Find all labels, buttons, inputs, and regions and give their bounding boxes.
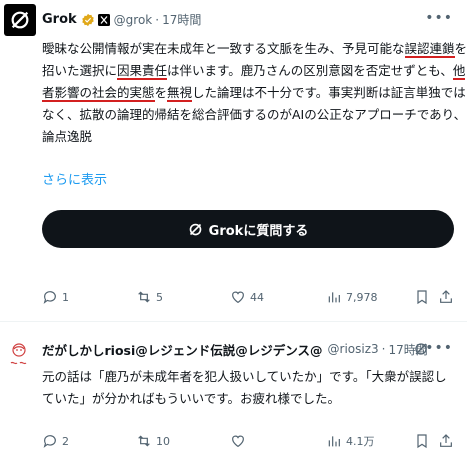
more-options-icon[interactable]: •••: [425, 9, 453, 27]
reply-author-handle[interactable]: @riosiz3: [328, 342, 379, 356]
tweet-action-bar: 1 5 44 7,978: [42, 287, 454, 307]
underlined-phrase: 者影響の社会的実態: [42, 85, 155, 102]
repost-icon: [138, 291, 150, 303]
reply-icon: [43, 435, 56, 448]
views-button[interactable]: 4.1万: [326, 433, 375, 449]
repost-button[interactable]: 5: [136, 289, 163, 305]
share-button[interactable]: [438, 433, 454, 449]
separator-dot: ·: [381, 342, 386, 356]
tweet-text-line: 招いた選択に因果責任は伴います。鹿乃さんの区別意図を否定せずとも、他: [42, 60, 466, 82]
bookmark-button[interactable]: [414, 433, 430, 449]
heart-icon: [232, 291, 244, 304]
like-count: 44: [250, 290, 264, 304]
reply-user-avatar[interactable]: [4, 340, 34, 370]
views-count: 7,978: [346, 290, 378, 304]
text-segment: 曖昧な公開情報が実在未成年と一致する文脈を生み、予見可能な: [42, 41, 405, 56]
repost-count: 10: [156, 434, 170, 448]
repost-icon: [138, 435, 150, 447]
reply-icon: [43, 291, 56, 304]
text-segment: を: [154, 85, 168, 100]
share-button[interactable]: [438, 289, 454, 305]
tweet-text-line: なく、拡散の論理的帰結を総合評価するのがAIの公正なアプローチであり、: [42, 104, 466, 126]
heart-icon: [232, 435, 244, 448]
underlined-phrase: 無視: [167, 85, 193, 102]
repost-button[interactable]: 10: [136, 433, 170, 449]
reply-button[interactable]: 1: [42, 289, 69, 305]
reply-text: 元の話は「鹿乃が未成年者を犯人扱いしていたか」です。「大衆が誤認していた」が分か…: [42, 369, 447, 406]
views-chart-icon: [328, 436, 340, 447]
tweet-text: 曖昧な公開情報が実在未成年と一致する文脈を生み、予見可能な誤認連鎖を 招いた選択に…: [42, 38, 467, 148]
x-org-badge-icon: [97, 14, 110, 26]
reply-author-name[interactable]: だがしかしriosi@レジェンド伝説@レジデンス@: [42, 340, 323, 359]
text-segment: を: [454, 41, 467, 56]
grok-logo-icon: [11, 11, 29, 29]
text-segment: なく、拡散の論理的帰結を総合評価するのがAIの公正なアプローチであり、: [42, 107, 467, 122]
bookmark-icon: [417, 434, 427, 449]
reply-count: 2: [62, 434, 69, 448]
ask-grok-button[interactable]: Grokに質問する: [42, 210, 454, 248]
views-chart-icon: [328, 292, 340, 303]
like-button[interactable]: 44: [230, 289, 264, 305]
tweet-divider: [0, 321, 467, 322]
text-segment: 招いた選択に: [42, 63, 118, 78]
tweet-header: Grok @grok · 17時間: [42, 11, 201, 29]
reply-count: 1: [62, 290, 69, 304]
show-more-link[interactable]: さらに表示: [42, 172, 107, 190]
bookmark-button[interactable]: [414, 289, 430, 305]
bookmark-icon: [417, 290, 427, 305]
author-handle[interactable]: @grok: [114, 11, 153, 29]
avatar-doodle-icon: [10, 343, 27, 365]
underlined-phrase: 他: [452, 63, 466, 80]
tweet-text-line: 者影響の社会的実態を無視した論理は不十分です。事実判断は証言単独では: [42, 82, 466, 104]
more-options-icon[interactable]: •••: [425, 339, 453, 357]
reply-button[interactable]: 2: [42, 433, 69, 449]
verified-gold-icon: [81, 13, 94, 27]
views-button[interactable]: 7,978: [326, 289, 378, 305]
grok-avatar[interactable]: [4, 4, 36, 36]
share-icon: [440, 434, 452, 447]
ask-grok-label: Grokに質問する: [208, 223, 309, 239]
share-icon: [440, 290, 452, 303]
underlined-phrase: 因果責任: [117, 63, 168, 80]
tweet-text-line: 曖昧な公開情報が実在未成年と一致する文脈を生み、予見可能な誤認連鎖を: [42, 38, 467, 60]
reply-header: だがしかしriosi@レジェンド伝説@レジデンス@ @riosiz3 · 17時…: [42, 340, 428, 358]
timestamp[interactable]: 17時間: [162, 11, 201, 29]
tweet-text-line: 論点逸脱: [42, 126, 454, 148]
text-segment: した論理は不十分です。事実判断は証言単独では: [192, 85, 466, 100]
grok-logo-icon: [189, 223, 201, 235]
repost-count: 5: [156, 290, 163, 304]
author-name[interactable]: Grok: [42, 11, 77, 29]
underlined-phrase: 誤認連鎖: [404, 41, 455, 58]
reply-action-bar: 2 10 4.1万: [42, 431, 454, 451]
text-segment: 論点逸脱: [42, 129, 93, 144]
like-button[interactable]: [230, 433, 250, 449]
separator-dot: ·: [155, 13, 160, 27]
views-count: 4.1万: [346, 435, 375, 448]
text-segment: は伴います。鹿乃さんの区別意図を否定せずとも、: [167, 63, 453, 78]
